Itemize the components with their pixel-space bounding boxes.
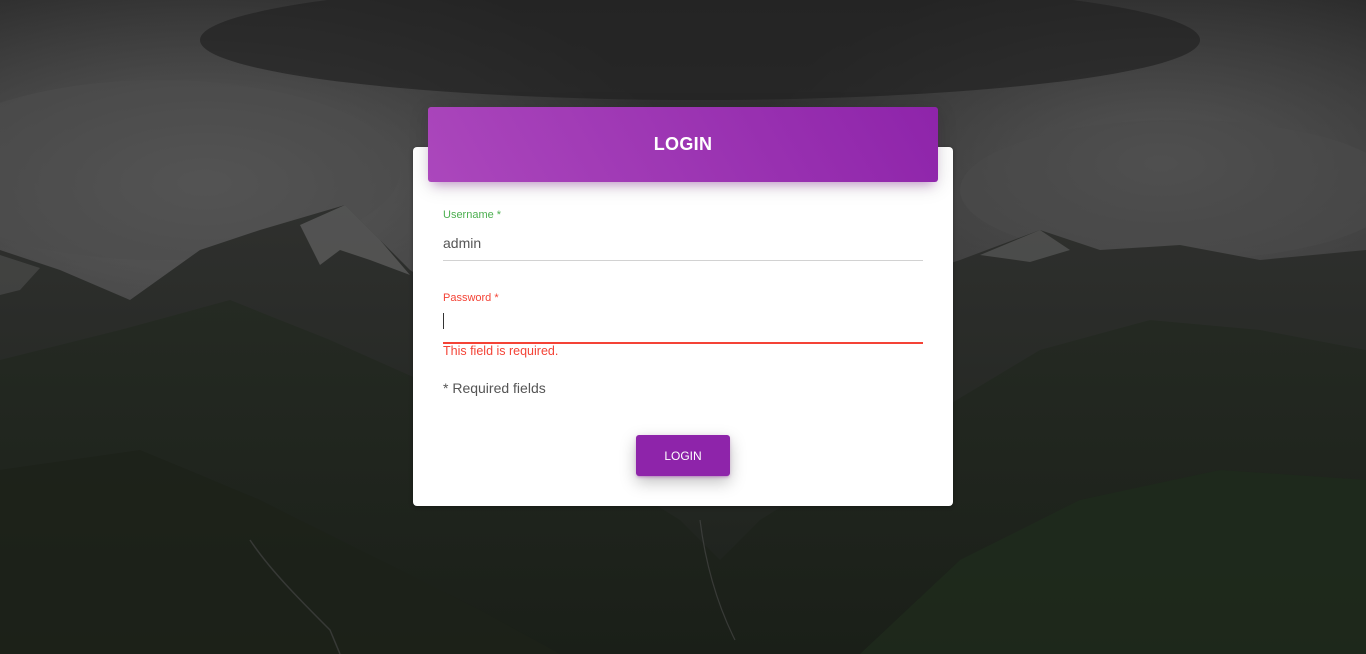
password-label: Password * xyxy=(443,292,499,304)
username-input[interactable] xyxy=(443,233,923,252)
password-field: Password * xyxy=(443,292,923,344)
required-fields-note: * Required fields xyxy=(443,380,546,396)
text-caret xyxy=(443,313,444,329)
username-field: Username * xyxy=(443,209,923,261)
login-button[interactable]: LOGIN xyxy=(636,435,730,476)
password-input[interactable] xyxy=(443,316,923,335)
login-title: LOGIN xyxy=(653,134,713,154)
login-card-header: LOGIN xyxy=(428,107,938,182)
username-label: Username * xyxy=(443,209,502,221)
username-underline xyxy=(443,260,923,261)
password-error-text: This field is required. xyxy=(443,344,559,358)
